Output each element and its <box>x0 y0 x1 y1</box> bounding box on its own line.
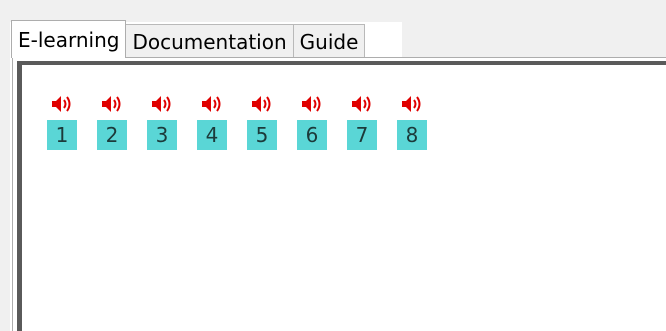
lesson-item: 6 <box>297 92 327 150</box>
lesson-number-8[interactable]: 8 <box>397 120 427 150</box>
lesson-list: 1 2 3 4 5 6 7 8 <box>47 92 447 150</box>
lesson-number-2[interactable]: 2 <box>97 120 127 150</box>
tabstrip: E-learning Documentation Guide <box>11 20 366 58</box>
tab-guide[interactable]: Guide <box>292 24 366 58</box>
tab-documentation[interactable]: Documentation <box>125 24 294 58</box>
speaker-icon[interactable] <box>397 92 427 116</box>
lesson-number-6[interactable]: 6 <box>297 120 327 150</box>
lesson-item: 7 <box>347 92 377 150</box>
tabstrip-background <box>402 20 666 58</box>
speaker-icon[interactable] <box>297 92 327 116</box>
lesson-item: 8 <box>397 92 427 150</box>
lesson-item: 1 <box>47 92 77 150</box>
lesson-item: 3 <box>147 92 177 150</box>
lesson-number-7[interactable]: 7 <box>347 120 377 150</box>
speaker-icon[interactable] <box>247 92 277 116</box>
lesson-item: 4 <box>197 92 227 150</box>
top-margin <box>0 0 666 22</box>
window-frame: E-learning Documentation Guide 1 2 3 4 5… <box>0 0 666 331</box>
lesson-number-4[interactable]: 4 <box>197 120 227 150</box>
speaker-icon[interactable] <box>147 92 177 116</box>
lesson-item: 5 <box>247 92 277 150</box>
speaker-icon[interactable] <box>97 92 127 116</box>
left-margin <box>0 0 10 331</box>
lesson-item: 2 <box>97 92 127 150</box>
speaker-icon[interactable] <box>347 92 377 116</box>
lesson-number-3[interactable]: 3 <box>147 120 177 150</box>
speaker-icon[interactable] <box>197 92 227 116</box>
speaker-icon[interactable] <box>47 92 77 116</box>
lesson-number-5[interactable]: 5 <box>247 120 277 150</box>
lesson-number-1[interactable]: 1 <box>47 120 77 150</box>
tab-e-learning[interactable]: E-learning <box>11 20 127 58</box>
